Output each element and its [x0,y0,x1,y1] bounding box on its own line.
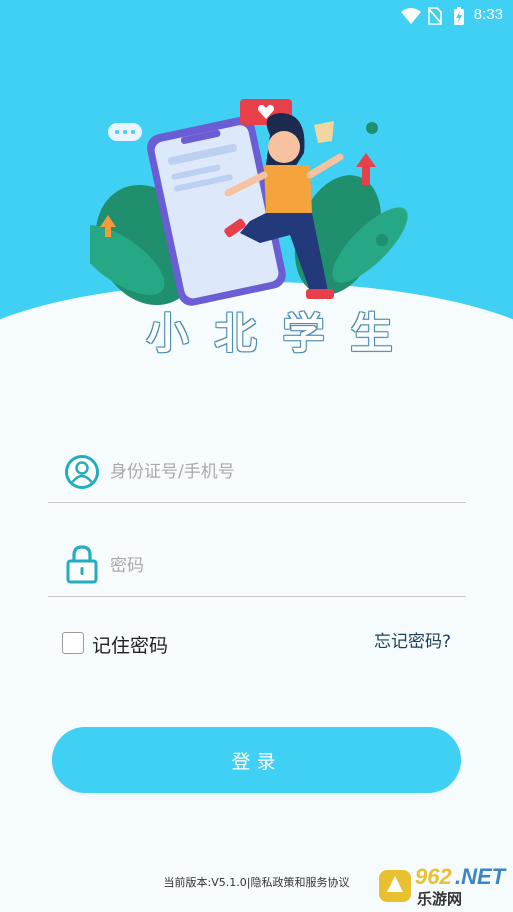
watermark-number: 962 [415,864,452,889]
wifi-icon [401,8,421,24]
lock-icon [66,545,98,584]
status-bar: 8:33 [0,0,513,30]
username-field [48,442,466,503]
watermark: 962 .NET 乐游网 [377,864,505,908]
watermark-suffix: .NET [455,864,506,889]
app-title: 小北学生 [146,309,419,358]
password-input[interactable] [108,550,452,582]
forgot-password-link[interactable]: 忘记密码? [374,627,451,652]
hero-banner: 8:33 小北学生 [0,0,513,360]
remember-label: 记住密码 [92,635,169,657]
hero-illustration [90,99,408,306]
password-field [48,536,466,597]
remember-checkbox[interactable] [62,632,84,654]
username-input[interactable] [108,456,452,488]
battery-charging-icon [454,7,464,25]
no-sim-icon [428,7,442,25]
user-icon [65,455,99,489]
privacy-policy-link[interactable]: 隐私政策和服务协议 [250,876,349,889]
watermark-site: 乐游网 [417,890,463,908]
version-text: 当前版本:V5.1.0 [163,876,247,889]
login-button[interactable]: 登录 [52,727,461,793]
watermark-logo-icon [379,870,411,902]
status-time: 8:33 [473,6,503,23]
